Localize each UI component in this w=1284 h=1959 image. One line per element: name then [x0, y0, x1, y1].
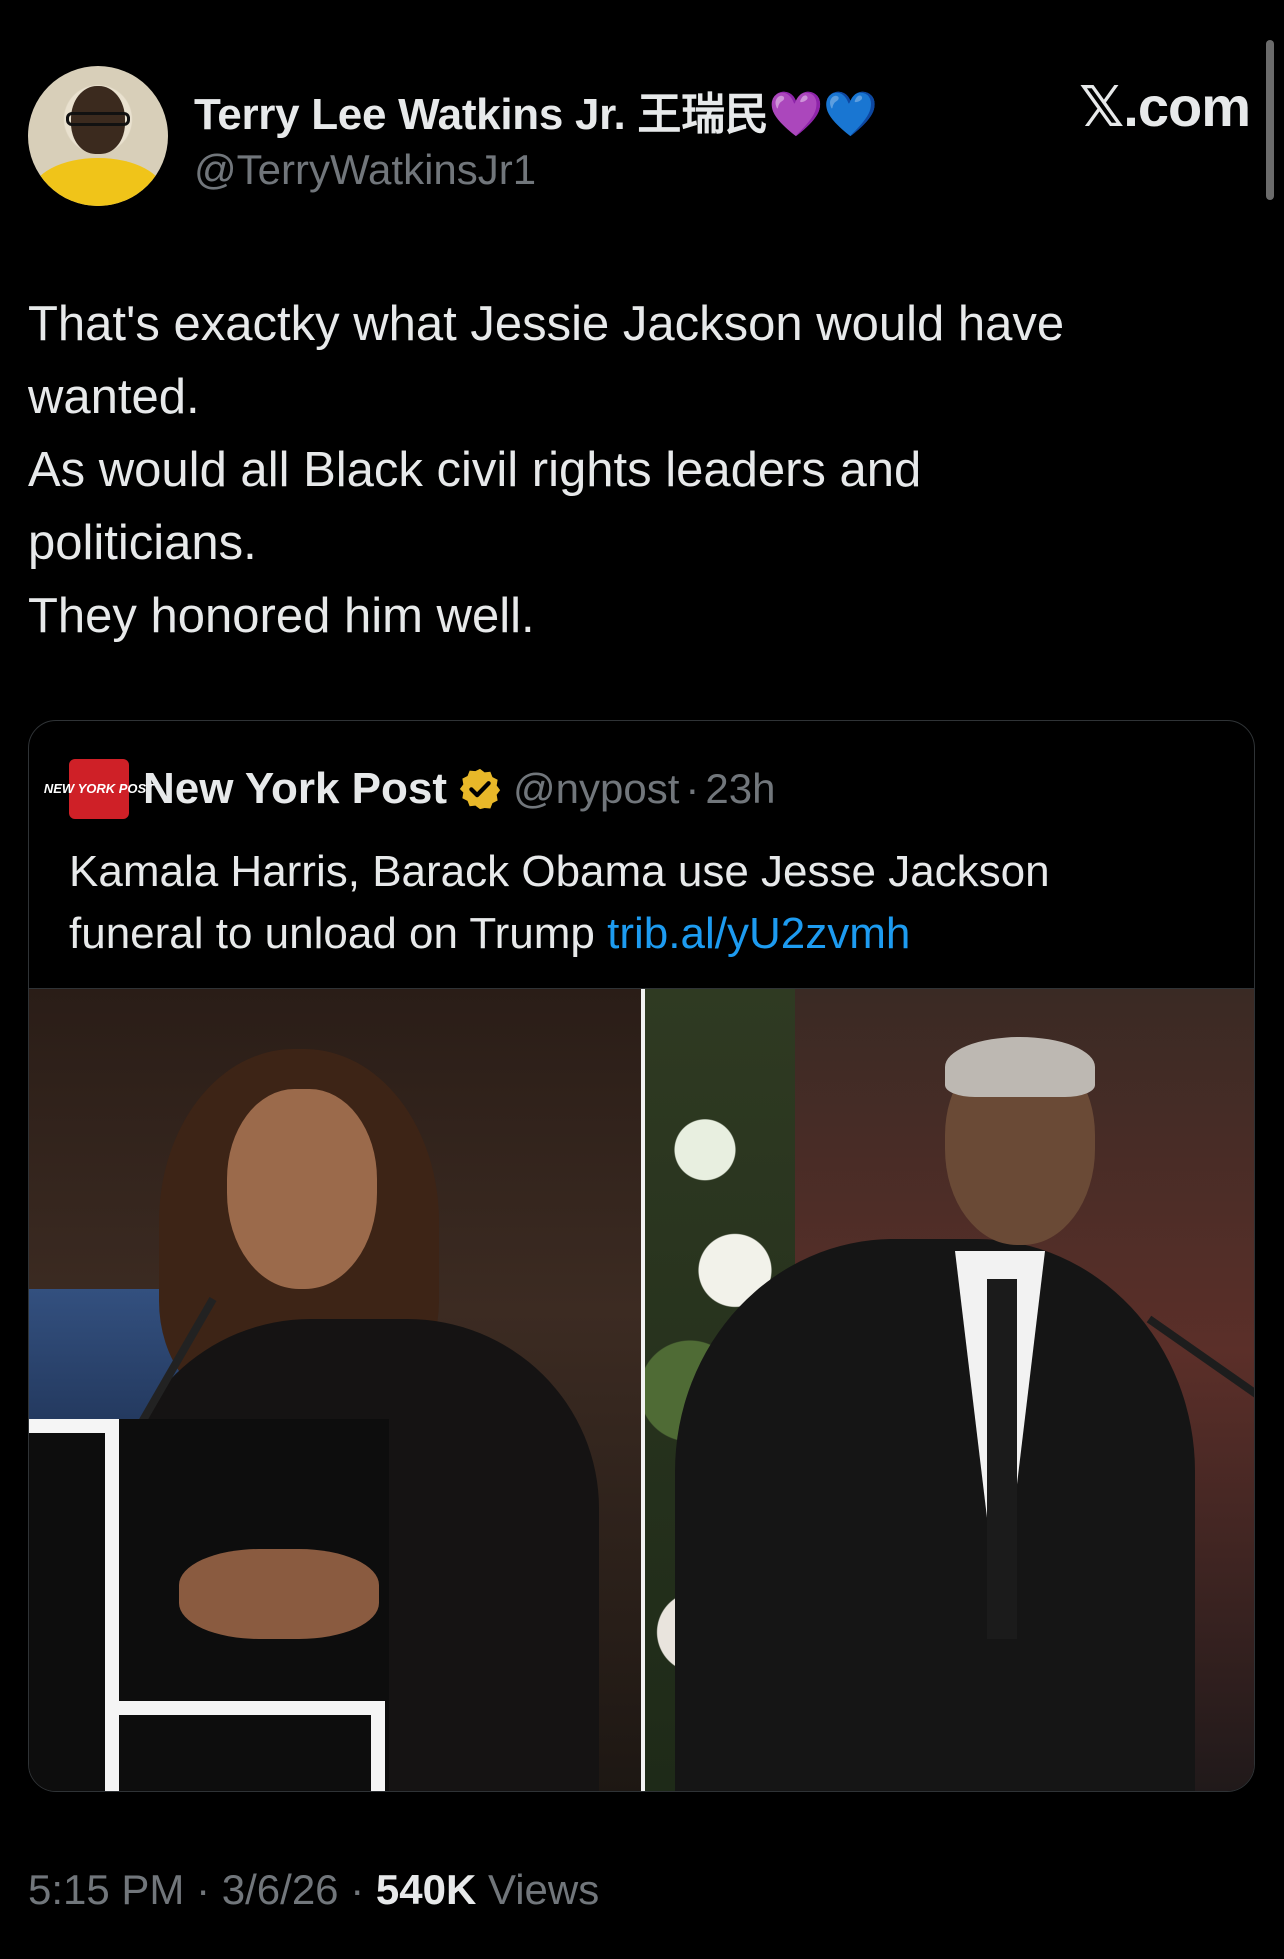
quoted-timestamp[interactable]: 23h — [705, 765, 775, 813]
views-count[interactable]: 540K — [376, 1866, 476, 1913]
quoted-text-line: Kamala Harris, Barack Obama use Jesse Ja… — [69, 847, 1050, 896]
avatar-shirt — [32, 158, 164, 206]
quoted-text-prefix: funeral to unload on Trump — [69, 909, 608, 958]
quoted-author-handle[interactable]: @nypost — [513, 765, 679, 813]
post-date[interactable]: 3/6/26 — [222, 1866, 339, 1913]
podium-trim — [105, 1701, 385, 1791]
tweet-line: They honored him well. — [28, 589, 535, 643]
author-names: Terry Lee Watkins Jr. 王瑞民💜💙 @TerryWatkin… — [194, 78, 878, 194]
scrollbar[interactable] — [1266, 40, 1274, 200]
person-hair — [945, 1037, 1095, 1097]
photo-kamala-harris[interactable] — [29, 989, 641, 1791]
quoted-author-name[interactable]: New York Post — [143, 764, 447, 814]
post-time[interactable]: 5:15 PM — [28, 1866, 184, 1913]
separator-dot: · — [196, 1866, 211, 1913]
tweet-header: Terry Lee Watkins Jr. 王瑞民💜💙 @TerryWatkin… — [28, 66, 1256, 206]
photo-barack-obama[interactable] — [645, 989, 1254, 1791]
author-display-name[interactable]: Terry Lee Watkins Jr. 王瑞民💜💙 — [194, 78, 878, 142]
quoted-media[interactable] — [29, 988, 1254, 1791]
tweet-line: That's exactky what Jessie Jackson would… — [28, 297, 1065, 351]
tweet-body: That's exactky what Jessie Jackson would… — [28, 288, 1228, 653]
views-label: Views — [487, 1866, 600, 1913]
tweet-line: wanted. — [28, 370, 200, 424]
author-avatar[interactable] — [28, 66, 168, 206]
x-brand-logo: 𝕏.com — [1079, 75, 1251, 138]
heart-emoji-icons: 💜💙 — [768, 90, 878, 139]
person-tie — [987, 1279, 1017, 1639]
author-handle[interactable]: @TerryWatkinsJr1 — [194, 146, 877, 194]
person-hands — [179, 1549, 379, 1639]
tweet-line: politicians. — [28, 516, 257, 570]
quoted-tweet-card[interactable]: NEW YORK POST New York Post @nypost · 23… — [28, 720, 1255, 1792]
avatar-glasses — [66, 112, 130, 126]
verified-badge-icon — [459, 768, 501, 810]
new-york-post-logo-icon[interactable]: NEW YORK POST — [44, 759, 154, 819]
tweet-line: As would all Black civil rights leaders … — [28, 443, 922, 497]
person-body — [675, 1239, 1195, 1791]
author-name-text: Terry Lee Watkins Jr. 王瑞民 — [194, 90, 769, 139]
logo-text: NEW YORK POST — [43, 781, 155, 796]
quoted-link[interactable]: trib.al/yU2zvmh — [607, 909, 910, 958]
separator-dot: · — [350, 1866, 365, 1913]
separator-dot: · — [685, 765, 700, 812]
tweet-footer: 5:15 PM · 3/6/26 · 540K Views — [28, 1866, 599, 1914]
quoted-tweet-header: NEW YORK POST New York Post @nypost · 23… — [44, 759, 776, 819]
quoted-tweet-text: Kamala Harris, Barack Obama use Jesse Ja… — [69, 841, 1209, 965]
quoted-text-line: funeral to unload on Trump trib.al/yU2zv… — [69, 903, 1209, 965]
person-face — [227, 1089, 377, 1289]
